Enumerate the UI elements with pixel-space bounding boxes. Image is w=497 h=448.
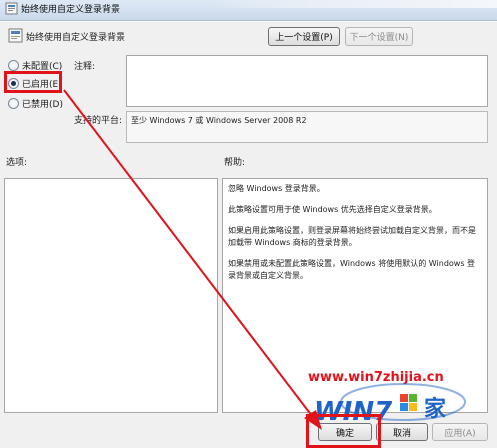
radio-label-not-configured: 未配置(C) bbox=[22, 61, 63, 72]
previous-setting-button[interactable]: 上一个设置(P) bbox=[268, 27, 340, 46]
supported-on-label: 支持的平台: bbox=[74, 116, 123, 126]
radio-disabled[interactable]: 已禁用(D) bbox=[8, 96, 63, 110]
supported-on-box: 至少 Windows 7 或 Windows Server 2008 R2 bbox=[126, 111, 488, 143]
radio-circle-icon bbox=[8, 97, 19, 109]
comment-label: 注释: bbox=[74, 62, 96, 72]
radio-circle-icon bbox=[8, 59, 19, 71]
annotation-highlight-enabled bbox=[4, 71, 62, 93]
options-label: 选项: bbox=[6, 158, 28, 168]
radio-not-configured[interactable]: 未配置(C) bbox=[8, 58, 62, 72]
next-setting-button[interactable]: 下一个设置(N) bbox=[345, 27, 413, 46]
logo-suffix: 家 bbox=[424, 396, 447, 422]
cancel-button[interactable]: 取消 bbox=[376, 423, 428, 441]
supported-on-value: 至少 Windows 7 或 Windows Server 2008 R2 bbox=[131, 116, 307, 125]
help-label: 帮助: bbox=[224, 158, 246, 168]
help-paragraph: 此策略设置可用于使 Windows 优先选择自定义登录背景。 bbox=[228, 205, 437, 214]
policy-icon bbox=[5, 2, 18, 15]
help-paragraph: 忽略 Windows 登录背景。 bbox=[228, 184, 325, 193]
radio-label-disabled: 已禁用(D) bbox=[22, 99, 63, 110]
setting-icon bbox=[8, 28, 23, 43]
comment-textarea[interactable] bbox=[126, 55, 488, 107]
help-paragraph: 如果禁用或未配置此策略设置，Windows 将使用默认的 Windows 登录背… bbox=[228, 259, 476, 280]
help-paragraph: 如果启用此策略设置，则登录屏幕将始终尝试加载自定义背景，而不是加载带 Windo… bbox=[228, 226, 476, 247]
apply-button[interactable]: 应用(A) bbox=[432, 423, 488, 441]
window-title: 始终使用自定义登录背景 bbox=[21, 5, 121, 15]
options-panel bbox=[4, 178, 218, 413]
annotation-highlight-ok bbox=[306, 414, 381, 448]
setting-name: 始终使用自定义登录背景 bbox=[26, 33, 126, 43]
